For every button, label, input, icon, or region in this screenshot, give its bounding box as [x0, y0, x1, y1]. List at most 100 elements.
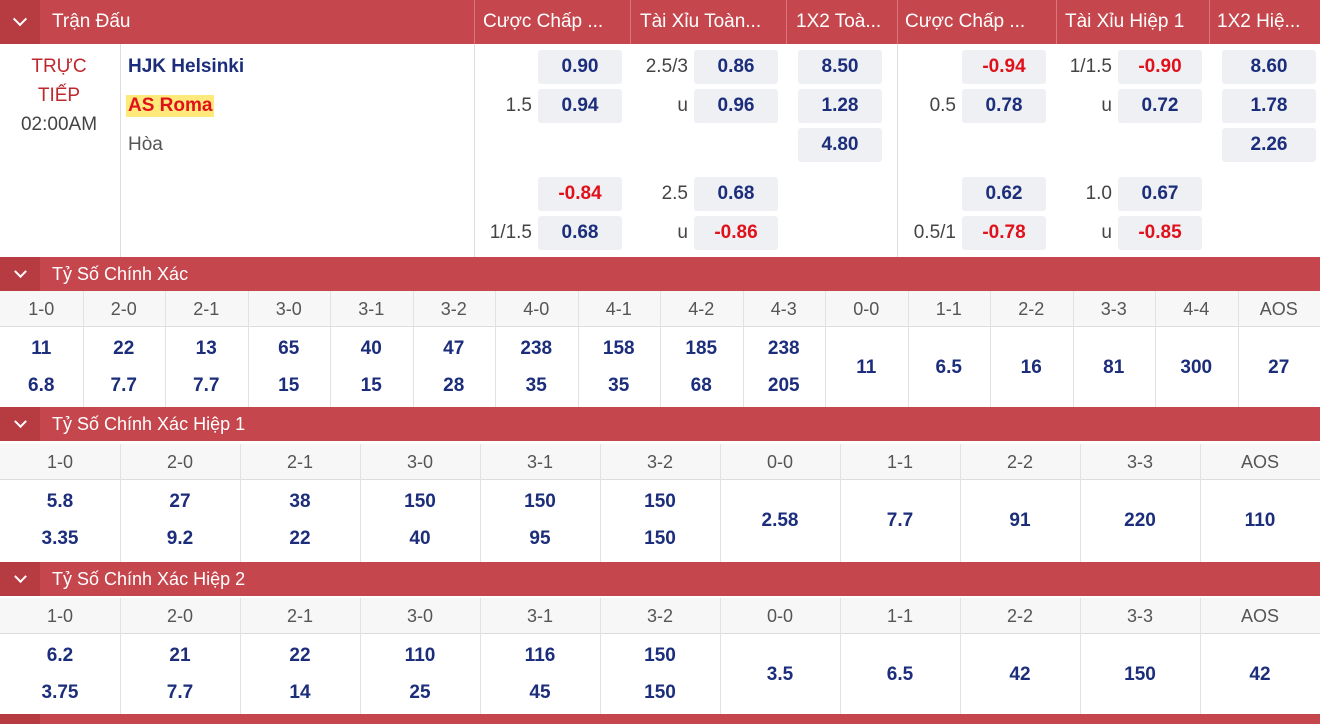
score-odds-away[interactable]: 45: [480, 682, 600, 704]
score-odds-home[interactable]: 22: [240, 645, 360, 667]
score-odds-home[interactable]: 13: [165, 338, 248, 360]
score-odds-home[interactable]: 11: [0, 338, 83, 360]
score-odds-away[interactable]: 3.35: [0, 528, 120, 550]
score-odds-away[interactable]: 3.75: [0, 682, 120, 704]
odds-h1-under-2[interactable]: -0.85: [1118, 216, 1202, 250]
odds-ft-under-1[interactable]: 0.96: [694, 89, 778, 123]
score-odds-away[interactable]: 68: [660, 375, 743, 397]
score-odds-away[interactable]: 9.2: [120, 528, 240, 550]
score-odds-home[interactable]: 150: [360, 491, 480, 513]
odds-h1-hcp-away-1[interactable]: 0.78: [962, 89, 1046, 123]
score-odds-home[interactable]: 185: [660, 338, 743, 360]
odds-ft-hcp-home-2[interactable]: -0.84: [538, 177, 622, 211]
away-team[interactable]: AS Roma: [126, 95, 215, 117]
score-odds-home[interactable]: 150: [480, 491, 600, 513]
score-odds-draw[interactable]: 81: [1073, 357, 1156, 379]
score-odds-away[interactable]: 95: [480, 528, 600, 550]
score-odds-draw[interactable]: 3.5: [720, 664, 840, 686]
score-odds-home[interactable]: 5.8: [0, 491, 120, 513]
score-odds-away[interactable]: 22: [240, 528, 360, 550]
odds-h1-under-1[interactable]: 0.72: [1118, 89, 1202, 123]
score-odds-away[interactable]: 25: [360, 682, 480, 704]
score-odds-draw[interactable]: 220: [1080, 510, 1200, 532]
score-odds-away[interactable]: 7.7: [83, 375, 166, 397]
home-team[interactable]: HJK Helsinki: [128, 56, 244, 78]
chevron-down-icon[interactable]: [0, 0, 40, 44]
odds-ft-hcp-away-2[interactable]: 0.68: [538, 216, 622, 250]
odds-h1-hcp-away-2[interactable]: -0.78: [962, 216, 1046, 250]
exact-score-h2-header[interactable]: Tỷ Số Chính Xác Hiệp 2: [0, 562, 1320, 596]
score-odds-draw[interactable]: 6.5: [908, 357, 991, 379]
score-odds-away[interactable]: 35: [578, 375, 661, 397]
score-odds-draw[interactable]: 42: [960, 664, 1080, 686]
odds-ft-hcp-away-1[interactable]: 0.94: [538, 89, 622, 123]
odds-h1-1x2-draw[interactable]: 2.26: [1222, 128, 1316, 162]
odds-ft-hcp-home-1[interactable]: 0.90: [538, 50, 622, 84]
score-odds-home[interactable]: 238: [743, 338, 826, 360]
col-header-ft-handicap[interactable]: Cược Chấp ...: [483, 0, 628, 44]
score-odds-draw[interactable]: 91: [960, 510, 1080, 532]
score-odds-draw[interactable]: 2.58: [720, 510, 840, 532]
score-odds-away[interactable]: 40: [360, 528, 480, 550]
score-odds-away[interactable]: 15: [248, 375, 331, 397]
score-odds-away[interactable]: 7.7: [165, 375, 248, 397]
score-odds-draw[interactable]: 42: [1200, 664, 1320, 686]
odds-ft-over-1[interactable]: 0.86: [694, 50, 778, 84]
exact-score-h1-header[interactable]: Tỷ Số Chính Xác Hiệp 1: [0, 407, 1320, 441]
score-odds-home[interactable]: 238: [495, 338, 578, 360]
score-odds-draw[interactable]: 110: [1200, 510, 1320, 532]
score-odds-home[interactable]: 65: [248, 338, 331, 360]
score-odds-draw[interactable]: 6.5: [840, 664, 960, 686]
score-odds-home[interactable]: 40: [330, 338, 413, 360]
odds-ft-1x2-away[interactable]: 1.28: [798, 89, 882, 123]
score-odds-home[interactable]: 38: [240, 491, 360, 513]
col-header-h1-1x2[interactable]: 1X2 Hiệ...: [1217, 0, 1317, 44]
odds-h1-1x2-away[interactable]: 1.78: [1222, 89, 1316, 123]
score-odds-home[interactable]: 21: [120, 645, 240, 667]
score-col-header: 3-2: [646, 452, 673, 472]
exact-score-header[interactable]: Tỷ Số Chính Xác: [0, 257, 1320, 291]
odds-h1-hcp-home-2[interactable]: 0.62: [962, 177, 1046, 211]
score-odds-away[interactable]: 150: [600, 528, 720, 550]
score-odds-home[interactable]: 116: [480, 645, 600, 667]
score-odds-away[interactable]: 28: [413, 375, 496, 397]
score-odds-away[interactable]: 150: [600, 682, 720, 704]
score-odds-home[interactable]: 6.2: [0, 645, 120, 667]
odds-h1-hcp-home-1[interactable]: -0.94: [962, 50, 1046, 84]
chevron-down-icon[interactable]: [0, 407, 40, 441]
odds-ft-over-2[interactable]: 0.68: [694, 177, 778, 211]
odds-ft-under-2[interactable]: -0.86: [694, 216, 778, 250]
score-odds-away[interactable]: 205: [743, 375, 826, 397]
odds-ft-1x2-draw[interactable]: 4.80: [798, 128, 882, 162]
score-odds-draw[interactable]: 16: [990, 357, 1073, 379]
next-section-header[interactable]: [0, 714, 1320, 724]
score-odds-away[interactable]: 7.7: [120, 682, 240, 704]
chevron-down-icon[interactable]: [0, 714, 40, 724]
chevron-down-icon[interactable]: [0, 257, 40, 291]
score-odds-home[interactable]: 158: [578, 338, 661, 360]
score-odds-draw[interactable]: 11: [825, 357, 908, 379]
odds-ft-1x2-home[interactable]: 8.50: [798, 50, 882, 84]
score-odds-home[interactable]: 110: [360, 645, 480, 667]
odds-h1-over-1[interactable]: -0.90: [1118, 50, 1202, 84]
score-odds-away[interactable]: 15: [330, 375, 413, 397]
score-odds-draw[interactable]: 27: [1238, 357, 1320, 379]
col-header-ft-1x2[interactable]: 1X2 Toà...: [796, 0, 896, 44]
score-odds-home[interactable]: 150: [600, 645, 720, 667]
col-header-h1-handicap[interactable]: Cược Chấp ...: [905, 0, 1055, 44]
col-header-h1-over-under[interactable]: Tài Xỉu Hiệp 1: [1065, 0, 1210, 44]
score-odds-draw[interactable]: 150: [1080, 664, 1200, 686]
score-odds-home[interactable]: 22: [83, 338, 166, 360]
score-odds-home[interactable]: 27: [120, 491, 240, 513]
score-odds-draw[interactable]: 7.7: [840, 510, 960, 532]
col-header-ft-over-under[interactable]: Tài Xỉu Toàn...: [640, 0, 785, 44]
chevron-down-icon[interactable]: [0, 562, 40, 596]
score-odds-away[interactable]: 6.8: [0, 375, 83, 397]
score-odds-home[interactable]: 150: [600, 491, 720, 513]
score-odds-away[interactable]: 14: [240, 682, 360, 704]
odds-h1-1x2-home[interactable]: 8.60: [1222, 50, 1316, 84]
score-odds-home[interactable]: 47: [413, 338, 496, 360]
score-odds-away[interactable]: 35: [495, 375, 578, 397]
score-odds-draw[interactable]: 300: [1155, 357, 1238, 379]
odds-h1-over-2[interactable]: 0.67: [1118, 177, 1202, 211]
